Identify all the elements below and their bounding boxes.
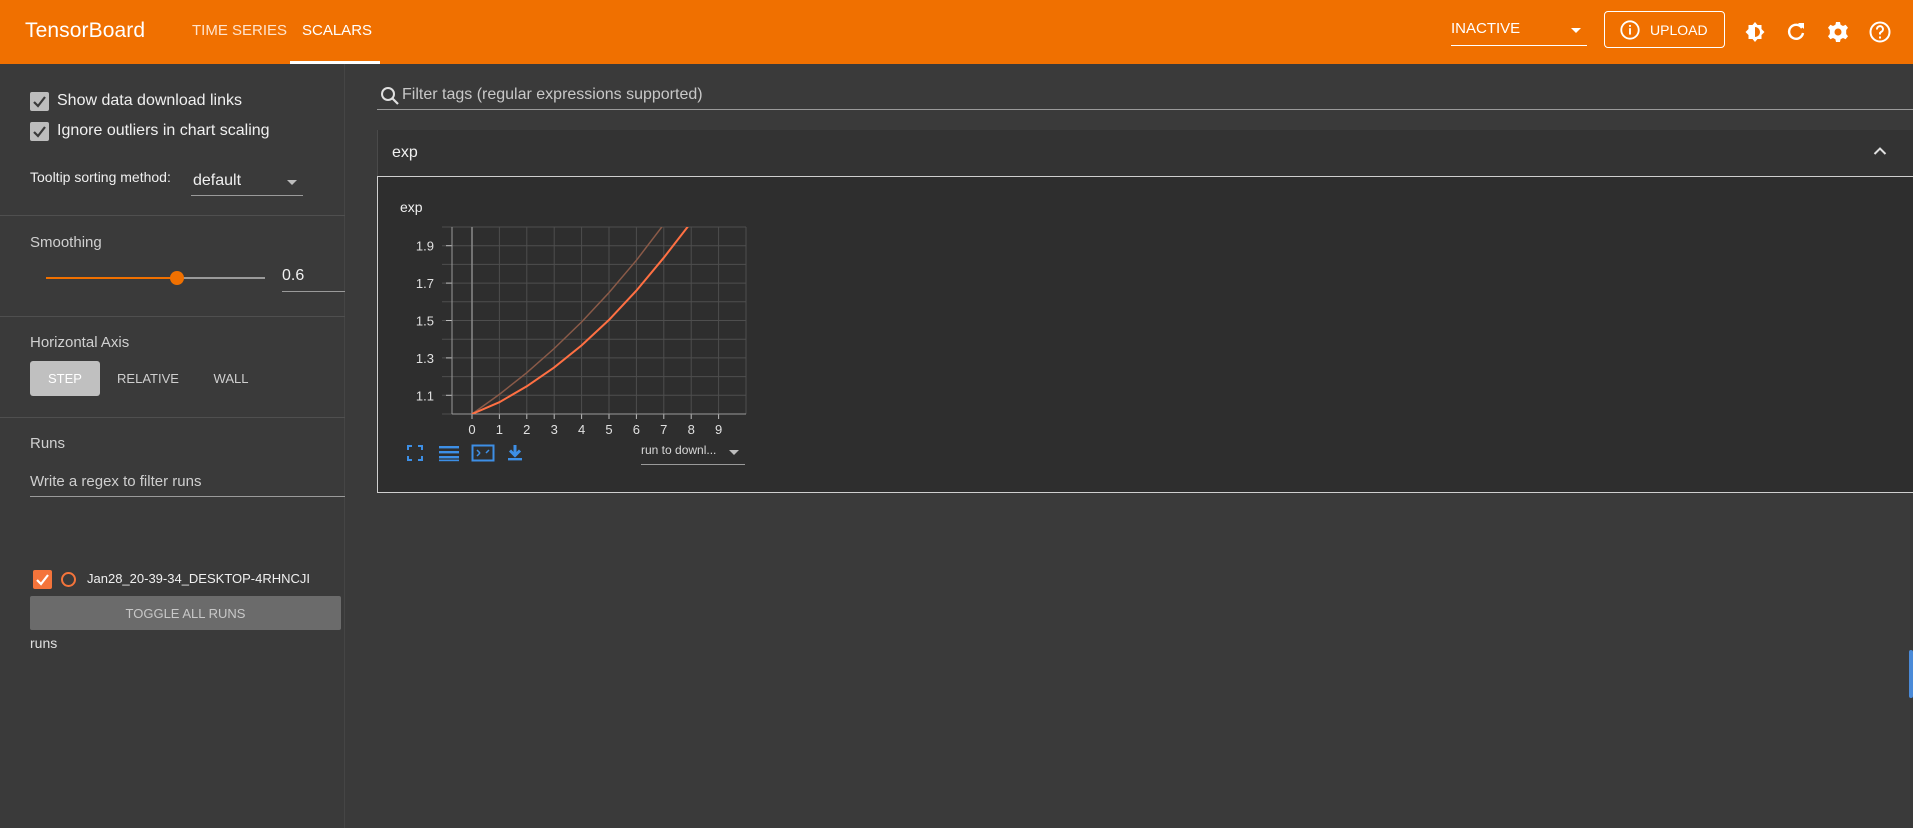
x-tick-label: 1 xyxy=(496,422,503,437)
runs-label: Runs xyxy=(30,435,66,452)
info-icon xyxy=(1620,19,1640,40)
tooltip-sort-select[interactable]: default xyxy=(191,167,303,196)
y-tick-label: 1.5 xyxy=(416,314,434,329)
chevron-up-icon[interactable] xyxy=(1873,146,1887,156)
toggle-log-scale-icon[interactable] xyxy=(438,444,460,462)
tab-time-series[interactable]: TIME SERIES xyxy=(192,22,287,39)
runs-footer-label: runs xyxy=(30,635,58,651)
axis-wall-button[interactable]: WALL xyxy=(196,361,266,396)
upload-label: UPLOAD xyxy=(1650,21,1708,38)
smoothing-slider-fill xyxy=(46,277,178,279)
tooltip-sort-value: default xyxy=(193,172,242,189)
show-download-links-checkbox[interactable] xyxy=(30,92,49,111)
scalar-card-area: exp 0 1 2 3 4 5 6 7 8 9 1.1 1.3 1.5 1.7 1.9 run to dow… xyxy=(377,176,1913,493)
smoothing-value-input[interactable]: 0.6 xyxy=(282,262,345,292)
smoothing-slider-thumb[interactable] xyxy=(170,271,185,285)
tag-group-header[interactable]: exp xyxy=(377,130,1913,176)
settings-gear-icon[interactable] xyxy=(1826,20,1850,44)
upload-button[interactable]: UPLOAD xyxy=(1604,11,1725,48)
tag-filter-placeholder: Filter tags (regular expressions support… xyxy=(402,86,703,103)
status-select-value: INACTIVE xyxy=(1451,20,1521,37)
ignore-outliers-label: Ignore outliers in chart scaling xyxy=(57,122,270,139)
tag-group-title: exp xyxy=(392,144,418,161)
plugin-status-select[interactable]: INACTIVE xyxy=(1451,20,1587,46)
x-tick-label: 7 xyxy=(660,422,667,437)
chevron-down-icon xyxy=(1571,28,1581,33)
checkmark-icon xyxy=(33,126,46,138)
scrollbar-thumb[interactable] xyxy=(1909,650,1913,698)
theme-toggle-icon[interactable] xyxy=(1743,20,1767,44)
divider xyxy=(0,316,345,317)
x-tick-label: 5 xyxy=(605,422,612,437)
x-tick-label: 9 xyxy=(715,422,722,437)
run-name: Jan28_20-39-34_DESKTOP-4RHNCJI xyxy=(87,571,311,586)
tab-scalars[interactable]: SCALARS xyxy=(302,22,372,39)
run-checkbox[interactable] xyxy=(33,570,52,589)
x-tick-label: 4 xyxy=(578,422,585,437)
x-tick-label: 6 xyxy=(633,422,640,437)
run-color-swatch[interactable] xyxy=(61,572,76,587)
axis-relative-button[interactable]: RELATIVE xyxy=(108,361,188,396)
y-tick-label: 1.3 xyxy=(416,351,434,366)
series-line-raw xyxy=(471,227,663,414)
fullscreen-icon[interactable] xyxy=(406,444,424,462)
x-tick-label: 8 xyxy=(688,422,695,437)
smoothing-slider-track[interactable] xyxy=(46,277,265,279)
scalar-chart[interactable]: 0 1 2 3 4 5 6 7 8 9 1.1 1.3 1.5 1.7 1.9 xyxy=(378,177,758,477)
download-run-select[interactable]: run to downl... xyxy=(641,443,745,465)
fit-domain-icon[interactable] xyxy=(471,444,495,462)
horizontal-axis-label: Horizontal Axis xyxy=(30,334,130,351)
divider xyxy=(0,417,345,418)
divider xyxy=(0,215,345,216)
smoothing-label: Smoothing xyxy=(30,234,102,251)
y-tick-label: 1.7 xyxy=(416,276,434,291)
x-tick-label: 2 xyxy=(523,422,530,437)
axis-step-button[interactable]: STEP xyxy=(30,361,100,396)
x-tick-label: 3 xyxy=(551,422,558,437)
chevron-down-icon xyxy=(729,450,739,455)
download-icon[interactable] xyxy=(506,444,524,462)
tooltip-sort-label: Tooltip sorting method: xyxy=(30,169,171,185)
toggle-all-runs-button[interactable]: TOGGLE ALL RUNS xyxy=(30,596,341,630)
download-run-select-value: run to downl... xyxy=(641,443,717,457)
app-brand[interactable]: TensorBoard xyxy=(25,19,145,43)
checkmark-icon xyxy=(33,96,46,108)
show-download-links-label: Show data download links xyxy=(57,92,243,109)
reload-icon[interactable] xyxy=(1784,20,1808,44)
ignore-outliers-checkbox[interactable] xyxy=(30,122,49,141)
top-app-bar: TensorBoard TIME SERIES SCALARS INACTIVE… xyxy=(0,0,1913,64)
sidebar: Show data download links Ignore outliers… xyxy=(0,64,345,828)
y-tick-label: 1.1 xyxy=(416,388,434,403)
tag-filter-input[interactable]: Filter tags (regular expressions support… xyxy=(377,79,1913,110)
checkmark-icon xyxy=(36,574,49,586)
help-icon[interactable] xyxy=(1868,20,1892,44)
runs-filter-input[interactable]: Write a regex to filter runs xyxy=(30,468,345,497)
x-tick-label: 0 xyxy=(468,422,475,437)
y-tick-label: 1.9 xyxy=(416,239,434,254)
chevron-down-icon xyxy=(287,180,297,185)
search-icon xyxy=(381,87,399,105)
